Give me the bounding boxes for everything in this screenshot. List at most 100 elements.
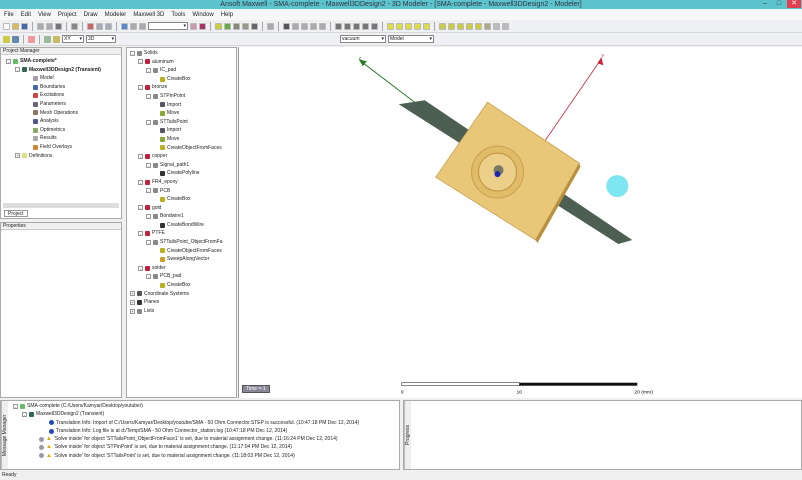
msg-design[interactable]: - Maxwell3DDesign2 (Transient) <box>13 410 387 418</box>
tree-item-analysis[interactable]: Analysis <box>6 117 121 126</box>
expand-toggle[interactable]: - <box>146 67 151 73</box>
expand-toggle[interactable]: - <box>138 231 143 237</box>
toolbar-icon[interactable] <box>139 22 146 30</box>
toolbar-icon[interactable] <box>292 22 299 30</box>
toolbar-icon[interactable] <box>484 22 491 30</box>
message-line[interactable]: Translation Info: Import of C:/Users/Kam… <box>13 419 387 427</box>
menu-maxwell-3d[interactable]: Maxwell 3D <box>133 12 164 18</box>
toolbar-icon[interactable] <box>387 22 394 30</box>
menu-project[interactable]: Project <box>58 12 77 18</box>
toolbar-icon[interactable] <box>224 22 231 30</box>
menu-draw[interactable]: Draw <box>84 12 98 18</box>
toolbar-dropdown[interactable] <box>148 22 188 30</box>
expand-toggle[interactable]: - <box>146 119 151 125</box>
toolbar-icon[interactable] <box>283 22 290 30</box>
model-tree-item[interactable]: - bronze <box>130 83 236 92</box>
material-select[interactable]: vacuum <box>340 35 386 43</box>
model-tree-item[interactable]: + Lists <box>130 307 236 316</box>
model-tree-item[interactable]: - gold <box>130 204 236 213</box>
toolbar-icon[interactable] <box>96 22 103 30</box>
tree-item-results[interactable]: Results <box>6 134 121 143</box>
toolbar-icon[interactable] <box>353 22 360 30</box>
toolbar-icon[interactable] <box>87 22 94 30</box>
toolbar-icon[interactable] <box>55 22 62 30</box>
toolbar-icon[interactable] <box>46 22 53 30</box>
toolbar-icon[interactable] <box>105 22 112 30</box>
tree-item-model[interactable]: Model <box>6 74 121 83</box>
model-tree-item[interactable]: - aluminum <box>130 58 236 67</box>
toolbar-icon[interactable] <box>121 22 128 30</box>
toolbar-icon[interactable] <box>405 22 412 30</box>
model-tree-item[interactable]: Move <box>130 109 236 118</box>
model-tree-item[interactable]: Import <box>130 126 236 135</box>
model-tree-item[interactable]: SweepAlongVector <box>130 255 236 264</box>
menu-modeler[interactable]: Modeler <box>105 12 127 18</box>
toolbar-icon[interactable] <box>493 22 500 30</box>
tree-item-excitations[interactable]: Excitations <box>6 91 121 100</box>
model-tree-item[interactable]: - Bondwire1 <box>130 212 236 221</box>
expand-toggle[interactable]: - <box>138 205 143 211</box>
tree-item-parameters[interactable]: Parameters <box>6 100 121 109</box>
msg-project[interactable]: - SMA-complete (C:/Users/Kamyar/Desktop/y… <box>13 402 387 410</box>
expand-toggle[interactable]: - <box>138 85 143 91</box>
expand-toggle[interactable]: + <box>130 308 135 314</box>
close-button[interactable]: ✕ <box>787 0 801 8</box>
toolbar-icon[interactable] <box>371 22 378 30</box>
model-tree-item[interactable]: - solder <box>130 264 236 273</box>
menu-edit[interactable]: Edit <box>21 12 31 18</box>
horizontal-scrollbar[interactable] <box>3 203 119 208</box>
toolbar-icon[interactable] <box>3 22 10 30</box>
toolbar-icon[interactable] <box>466 22 473 30</box>
model-tree-item[interactable]: CreateBondWire <box>130 221 236 230</box>
message-line[interactable]: ▲ 'Solve inside' for object 'STTailsPoint… <box>13 435 387 443</box>
toolbar-icon[interactable] <box>12 35 19 43</box>
toolbar-icon[interactable] <box>130 22 137 30</box>
expand-toggle[interactable]: - <box>146 274 151 280</box>
tree-design[interactable]: - Maxwell3DDesign2 (Transient) <box>6 66 121 75</box>
toolbar-icon[interactable] <box>53 35 60 43</box>
model-tree-item[interactable]: + Planes <box>130 298 236 307</box>
menu-file[interactable]: File <box>4 12 14 18</box>
message-line[interactable]: ▲ 'Solve inside' for object 'STPinPoint' … <box>13 443 387 451</box>
model-tree-item[interactable]: - Signal_path1 <box>130 161 236 170</box>
menu-tools[interactable]: Tools <box>171 12 185 18</box>
expand-toggle[interactable]: - <box>146 188 151 194</box>
expand-toggle[interactable]: + <box>130 300 135 306</box>
toolbar-icon[interactable] <box>439 22 446 30</box>
toolbar-icon[interactable] <box>502 22 509 30</box>
expand-toggle[interactable]: - <box>138 179 143 185</box>
tab-project[interactable]: Project <box>4 210 28 217</box>
expand-toggle[interactable]: - <box>138 153 143 159</box>
plane-select[interactable]: XY <box>62 35 84 43</box>
tree-project[interactable]: - SMA-complete* <box>6 57 121 66</box>
toolbar-icon[interactable] <box>28 35 35 43</box>
menu-view[interactable]: View <box>38 12 51 18</box>
toolbar-icon[interactable] <box>21 22 28 30</box>
toolbar-icon[interactable] <box>44 35 51 43</box>
toolbar-icon[interactable] <box>423 22 430 30</box>
expand-toggle[interactable]: - <box>130 50 135 56</box>
minimize-button[interactable]: – <box>758 0 772 8</box>
toolbar-icon[interactable] <box>457 22 464 30</box>
model-tree-item[interactable]: CreateObjectFromFaces <box>130 247 236 256</box>
toolbar-icon[interactable] <box>233 22 240 30</box>
model-tree-item[interactable]: CreateBox <box>130 281 236 290</box>
menu-window[interactable]: Window <box>192 12 213 18</box>
expand-toggle[interactable]: - <box>146 239 151 245</box>
model-tree-item[interactable]: CreateObjectFromFaces <box>130 144 236 153</box>
model-tree-item[interactable]: CreateBox <box>130 75 236 84</box>
toolbar-icon[interactable] <box>267 22 274 30</box>
message-line[interactable]: Translation Info: Log file is at d:/Temp… <box>13 427 387 435</box>
expand-toggle[interactable]: - <box>146 93 151 99</box>
toolbar-icon[interactable] <box>37 22 44 30</box>
expand-toggle[interactable]: - <box>138 265 143 271</box>
toolbar-icon[interactable] <box>344 22 351 30</box>
view-select[interactable]: 3D <box>86 35 116 43</box>
toolbar-icon[interactable] <box>301 22 308 30</box>
mode-select[interactable]: Model <box>388 35 434 43</box>
toolbar-icon[interactable] <box>12 22 19 30</box>
toolbar-icon[interactable] <box>310 22 317 30</box>
tree-item-boundaries[interactable]: Boundaries <box>6 83 121 92</box>
expand-toggle[interactable]: - <box>138 59 143 65</box>
toolbar-icon[interactable] <box>71 22 78 30</box>
